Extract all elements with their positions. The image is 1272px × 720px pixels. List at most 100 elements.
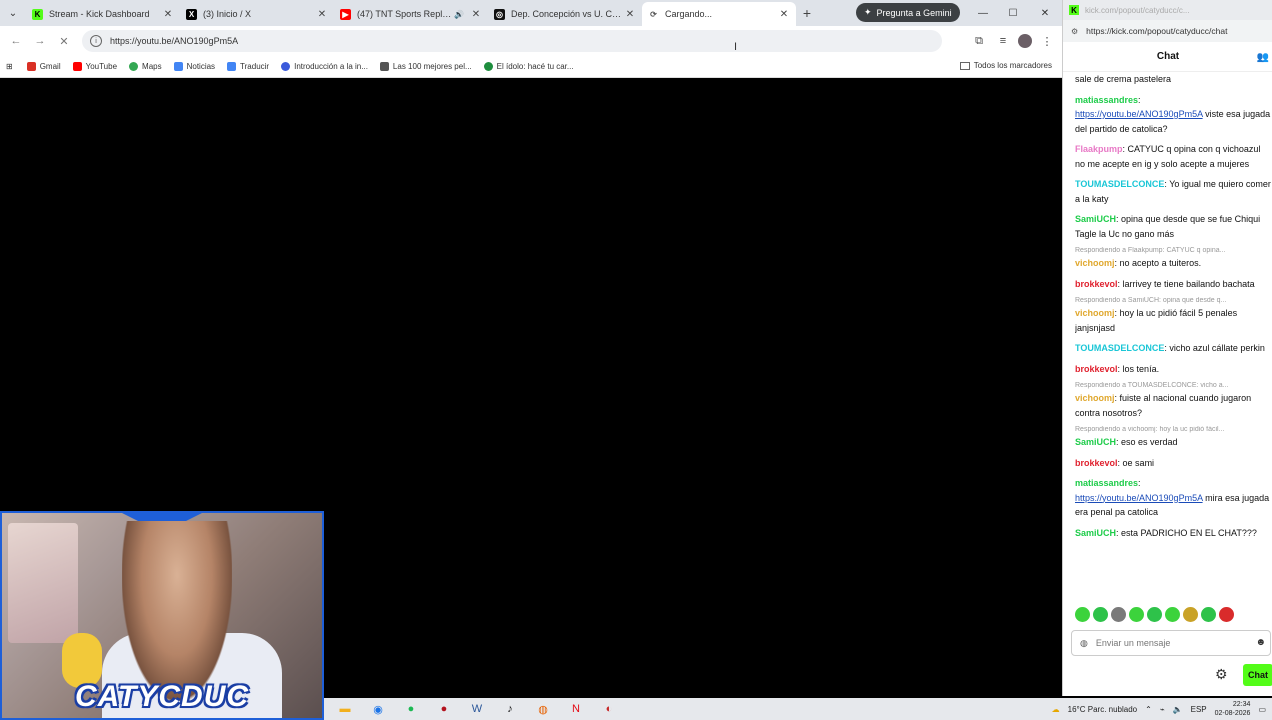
firefox-icon[interactable]: ◍ bbox=[532, 700, 554, 718]
gear-icon[interactable]: ⚙ bbox=[1215, 666, 1228, 683]
emote-icon[interactable] bbox=[1201, 607, 1216, 622]
minimize-icon[interactable]: — bbox=[968, 0, 998, 26]
netflix-icon[interactable]: N bbox=[565, 700, 587, 718]
bookmark-introduccion[interactable]: Introducción a la in... bbox=[281, 62, 368, 71]
chat-username[interactable]: vichoomj bbox=[1075, 308, 1115, 318]
tab-dep-concepcion[interactable]: ◎ Dep. Concepción vs U. Católi ✕ bbox=[488, 2, 642, 26]
close-tab-icon[interactable]: ✕ bbox=[470, 9, 482, 20]
back-icon[interactable]: ← bbox=[4, 35, 28, 47]
extensions-icon[interactable]: ⧉ bbox=[970, 30, 988, 52]
chat-username[interactable]: TOUMASDELCONCE bbox=[1075, 179, 1164, 189]
kick-icon: K bbox=[1069, 5, 1079, 15]
tab-search-icon[interactable]: ⌄ bbox=[0, 0, 26, 26]
tab-x-home[interactable]: X (3) Inicio / X ✕ bbox=[180, 2, 334, 26]
close-window-icon[interactable]: ✕ bbox=[1030, 0, 1060, 26]
reply-indicator: Respondiendo a Flaakpump: CATYUC q opina… bbox=[1075, 247, 1226, 254]
emote-icon[interactable] bbox=[1183, 607, 1198, 622]
emote-icon[interactable] bbox=[1219, 607, 1234, 622]
chat-settings-icon[interactable]: ◍ bbox=[1080, 638, 1088, 649]
chat-username[interactable]: SamiUCH bbox=[1075, 528, 1116, 538]
obs-icon[interactable]: ◐ bbox=[598, 700, 620, 718]
tray-chevron-icon[interactable]: ⌃ bbox=[1145, 705, 1152, 714]
bookmark-gmail[interactable]: Gmail bbox=[26, 62, 61, 71]
site-info-icon[interactable]: i bbox=[90, 35, 102, 47]
apps-grid-icon[interactable]: ⊞ bbox=[6, 62, 13, 71]
chat-username[interactable]: TOUMASDELCONCE bbox=[1075, 343, 1164, 353]
separator: : bbox=[1138, 478, 1141, 488]
emote-bar bbox=[1075, 607, 1234, 622]
news-icon bbox=[173, 62, 183, 71]
chat-username[interactable]: Flaakpump bbox=[1075, 144, 1123, 154]
chat-username[interactable]: matiassandres bbox=[1075, 478, 1138, 488]
chat-username[interactable]: vichoomj bbox=[1075, 393, 1115, 403]
tab-tnt-sports[interactable]: ▶ (47) TNT Sports Replay | C 🔊 ✕ bbox=[334, 2, 488, 26]
chat-link[interactable]: https://youtu.be/ANO190gPm5A bbox=[1075, 109, 1203, 119]
gmail-icon bbox=[26, 62, 36, 71]
network-icon[interactable]: ⌁ bbox=[1160, 705, 1165, 714]
emote-icon[interactable] bbox=[1147, 607, 1162, 622]
emote-icon[interactable] bbox=[1111, 607, 1126, 622]
tab-kick-dashboard[interactable]: K Stream - Kick Dashboard ✕ bbox=[26, 2, 180, 26]
word-icon[interactable]: W bbox=[466, 700, 488, 718]
media-control-icon[interactable]: ≡ bbox=[994, 30, 1012, 52]
tiktok-icon[interactable]: ♪ bbox=[499, 700, 521, 718]
bookmark-100-peliculas[interactable]: Las 100 mejores pel... bbox=[379, 62, 472, 71]
emote-icon[interactable] bbox=[1165, 607, 1180, 622]
chat-text: larrivey te tiene bailando bachata bbox=[1122, 278, 1255, 289]
gemini-button[interactable]: ✦ Pregunta a Gemini bbox=[856, 3, 960, 22]
bookmark-youtube[interactable]: YouTube bbox=[72, 62, 117, 71]
chrome-icon[interactable]: ◉ bbox=[367, 700, 389, 718]
bookmark-traducir[interactable]: Traducir bbox=[227, 62, 269, 71]
idol-icon bbox=[483, 62, 493, 71]
chat-input[interactable]: ◍ Enviar un mensaje ☻ bbox=[1071, 630, 1271, 656]
address-bar[interactable]: i https://youtu.be/ANO190gPm5A bbox=[82, 30, 942, 52]
speaker-icon[interactable]: 🔊 bbox=[454, 10, 464, 19]
chat-username[interactable]: brokkevol bbox=[1075, 364, 1118, 374]
maximize-icon[interactable]: ☐ bbox=[998, 0, 1028, 26]
clock[interactable]: 22:34 02-08-2026 bbox=[1215, 700, 1251, 718]
chat-link[interactable]: https://youtu.be/ANO190gPm5A bbox=[1075, 493, 1203, 503]
chat-username[interactable]: vichoomj bbox=[1075, 258, 1115, 268]
close-tab-icon[interactable]: ✕ bbox=[316, 9, 328, 20]
stop-loading-icon[interactable]: ✕ bbox=[52, 35, 76, 48]
emote-icon[interactable] bbox=[1129, 607, 1144, 622]
volume-icon[interactable]: 🔈 bbox=[1173, 705, 1183, 714]
chat-text: sale de crema pastelera bbox=[1075, 74, 1172, 84]
gemini-label: Pregunta a Gemini bbox=[876, 7, 952, 18]
emoji-icon[interactable]: ☻ bbox=[1255, 637, 1266, 648]
emote-icon[interactable] bbox=[1093, 607, 1108, 622]
new-tab-button[interactable]: + bbox=[796, 5, 818, 21]
emote-icon[interactable] bbox=[1075, 607, 1090, 622]
bookmark-maps[interactable]: Maps bbox=[129, 62, 162, 71]
users-icon[interactable]: 👥 bbox=[1257, 52, 1269, 63]
close-tab-icon[interactable]: ✕ bbox=[778, 9, 790, 20]
close-tab-icon[interactable]: ✕ bbox=[162, 9, 174, 20]
chat-address-bar[interactable]: ⚙ https://kick.com/popout/catyducc/chat bbox=[1063, 20, 1272, 42]
weather-text[interactable]: 16°C Parc. nublado bbox=[1068, 705, 1137, 714]
chat-username[interactable]: SamiUCH bbox=[1075, 214, 1116, 224]
chat-username[interactable]: brokkevol bbox=[1075, 458, 1118, 468]
tab-loading[interactable]: ⟳ Cargando... ✕ bbox=[642, 2, 796, 26]
all-bookmarks-button[interactable]: Todos los marcadores bbox=[959, 61, 1052, 70]
spotify-icon[interactable]: ● bbox=[400, 700, 422, 718]
record-icon[interactable]: ● bbox=[433, 700, 455, 718]
site-settings-icon[interactable]: ⚙ bbox=[1071, 27, 1078, 36]
chat-send-button[interactable]: Chat bbox=[1243, 664, 1272, 686]
profile-avatar[interactable] bbox=[1018, 34, 1032, 48]
file-explorer-icon[interactable]: ▬ bbox=[334, 700, 356, 718]
notifications-icon[interactable]: ▭ bbox=[1258, 705, 1266, 714]
reply-indicator: Respondiendo a vichoomj: hoy la uc pidió… bbox=[1075, 426, 1225, 433]
language-indicator[interactable]: ESP bbox=[1191, 705, 1207, 714]
desktop: ⌄ K Stream - Kick Dashboard ✕ X (3) Inic… bbox=[0, 0, 1272, 720]
tab-title: Cargando... bbox=[665, 9, 713, 19]
chat-username[interactable]: brokkevol bbox=[1075, 279, 1118, 289]
loading-icon: ⟳ bbox=[648, 8, 659, 20]
chat-username[interactable]: SamiUCH bbox=[1075, 437, 1116, 447]
menu-icon[interactable]: ⋮ bbox=[1038, 30, 1056, 52]
forward-icon[interactable]: → bbox=[28, 35, 52, 47]
chat-username[interactable]: matiassandres bbox=[1075, 95, 1138, 105]
close-tab-icon[interactable]: ✕ bbox=[624, 9, 636, 20]
bookmark-el-idolo[interactable]: El ídolo: hacé tu car... bbox=[483, 62, 574, 71]
bookmark-noticias[interactable]: Noticias bbox=[173, 62, 215, 71]
separator: : bbox=[1138, 94, 1141, 105]
